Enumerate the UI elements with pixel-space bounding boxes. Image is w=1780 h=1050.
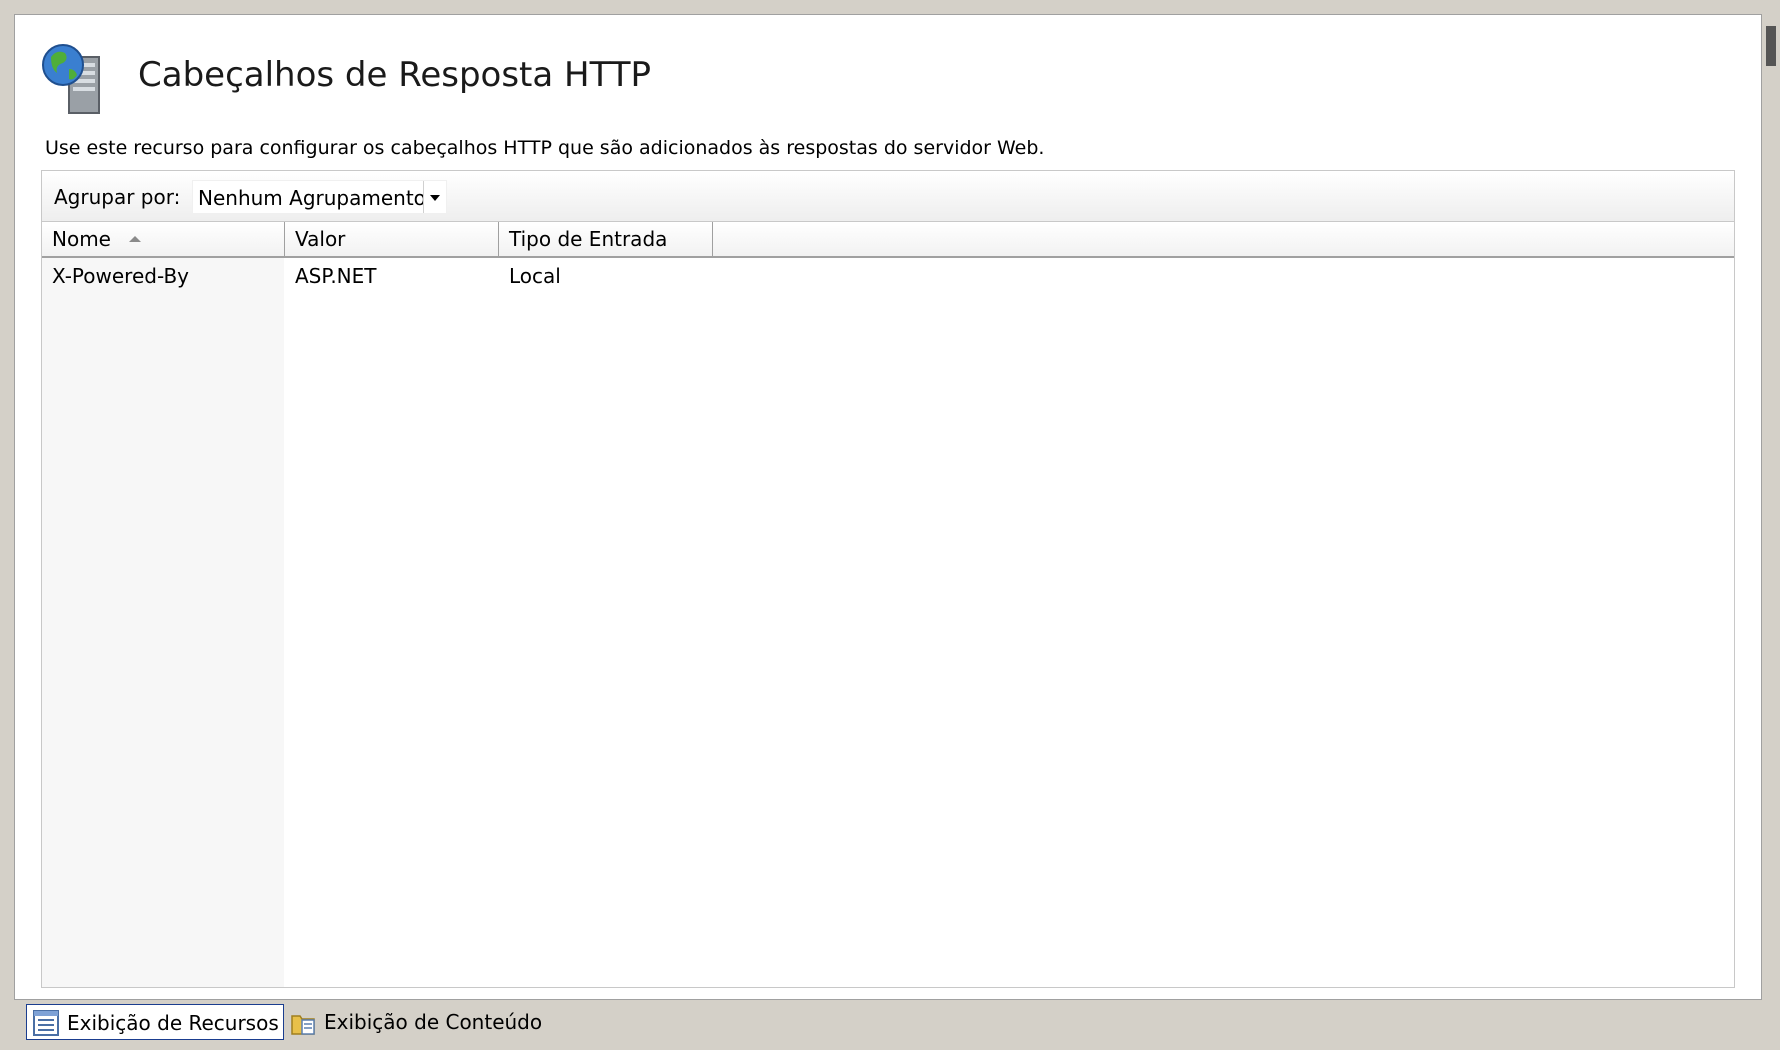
content-view-icon xyxy=(290,1008,316,1036)
row-name-cell: X-Powered-By xyxy=(52,264,190,288)
features-view-icon xyxy=(33,1009,59,1037)
tab-features-view-label: Exibição de Recursos xyxy=(67,1011,279,1035)
column-header-value[interactable]: Valor xyxy=(285,222,499,256)
group-by-dropdown[interactable]: Nenhum Agrupamento xyxy=(192,180,447,214)
http-response-headers-panel: Cabeçalhos de Resposta HTTP Use este rec… xyxy=(14,14,1762,1000)
tab-content-view-label: Exibição de Conteúdo xyxy=(324,1010,543,1034)
row-value-cell: ASP.NET xyxy=(295,264,377,288)
headers-table: Nome Valor Tipo de Entrada X-Powered-By … xyxy=(41,222,1735,988)
column-header-entry-type-label: Tipo de Entrada xyxy=(509,227,668,251)
row-entry-type-cell: Local xyxy=(509,264,561,288)
globe-server-icon xyxy=(39,39,111,119)
group-by-toolbar: Agrupar por: Nenhum Agrupamento xyxy=(41,170,1735,222)
table-header: Nome Valor Tipo de Entrada xyxy=(42,222,1734,258)
group-by-label: Agrupar por: xyxy=(54,185,181,209)
sorted-column-highlight xyxy=(42,258,284,987)
column-header-value-label: Valor xyxy=(295,227,346,251)
chevron-down-icon[interactable] xyxy=(423,181,446,213)
column-header-name-label: Nome xyxy=(52,227,111,251)
table-row[interactable]: X-Powered-By ASP.NET Local xyxy=(42,258,1734,290)
group-by-value: Nenhum Agrupamento xyxy=(198,186,426,210)
page-description: Use este recurso para configurar os cabe… xyxy=(45,137,1045,159)
column-header-entry-type[interactable]: Tipo de Entrada xyxy=(499,222,713,256)
scrollbar-thumb[interactable] xyxy=(1766,26,1776,66)
sort-ascending-icon xyxy=(128,236,141,242)
column-header-name[interactable]: Nome xyxy=(42,222,285,256)
page-title: Cabeçalhos de Resposta HTTP xyxy=(138,55,652,95)
tab-content-view[interactable]: Exibição de Conteúdo xyxy=(284,1004,544,1040)
tab-features-view[interactable]: Exibição de Recursos xyxy=(26,1004,284,1040)
